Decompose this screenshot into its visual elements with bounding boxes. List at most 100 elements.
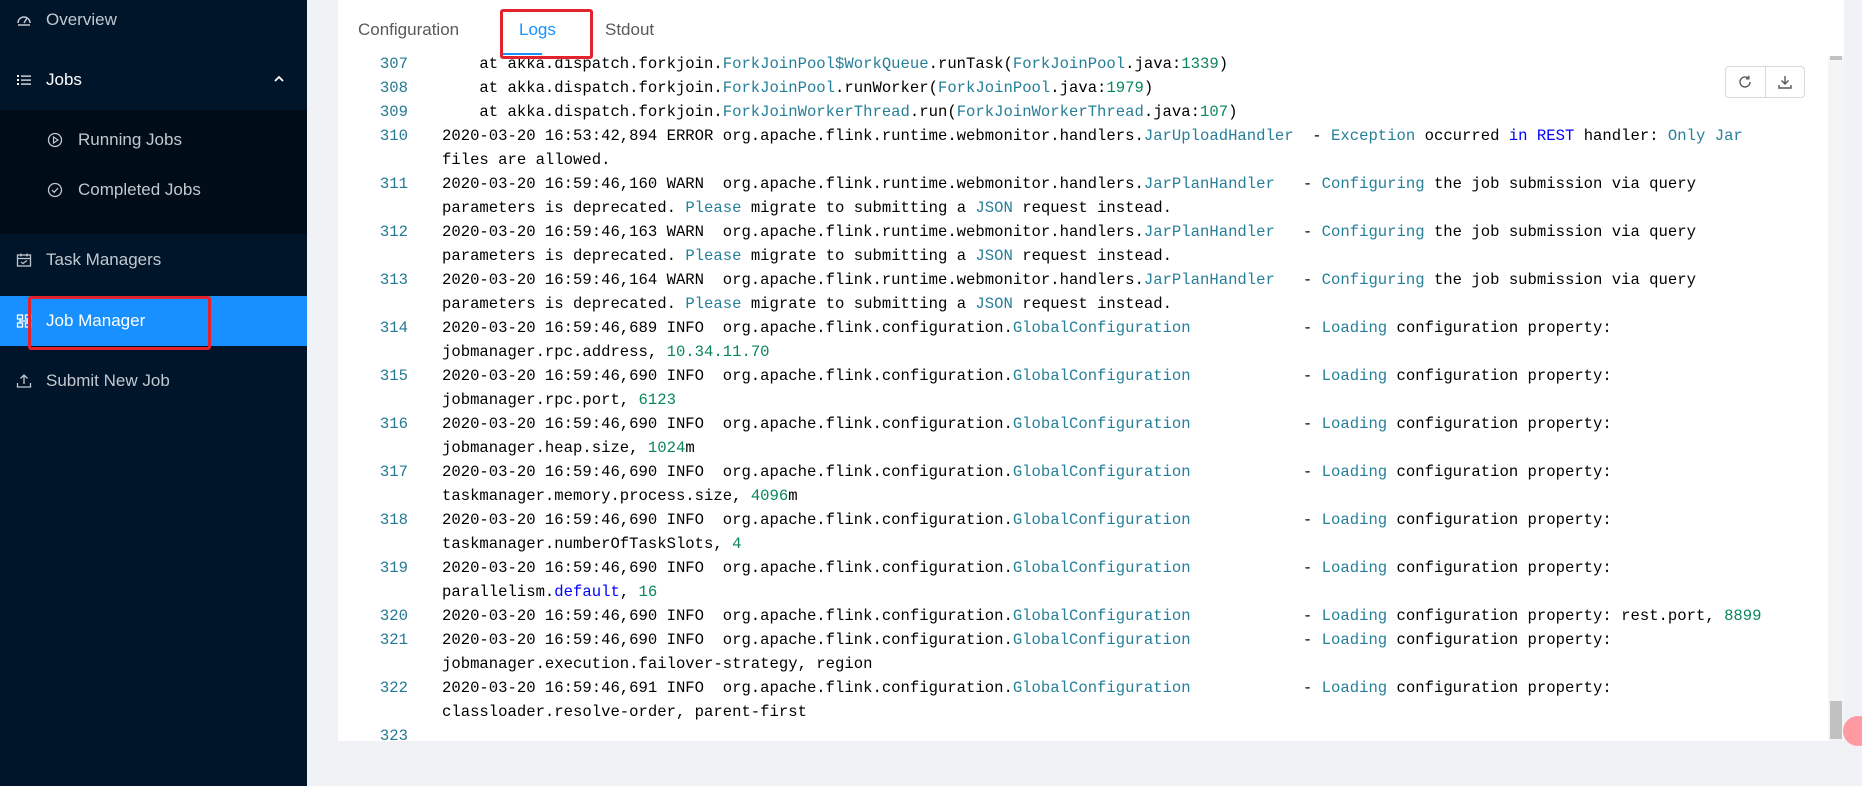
log-line-text: 2020-03-20 16:59:46,690 INFO org.apache.… xyxy=(442,631,1612,649)
log-line-text: 2020-03-20 16:59:46,163 WARN org.apache.… xyxy=(442,223,1696,241)
log-line: 318 2020-03-20 16:59:46,690 INFO org.apac… xyxy=(338,508,1828,532)
log-line: 308 at akka.dispatch.forkjoin.ForkJoinPo… xyxy=(338,76,1828,100)
calendar-icon xyxy=(16,253,32,267)
log-line: taskmanager.memory.process.size, 4096m xyxy=(338,484,1828,508)
sidebar-item-submit-new-job[interactable]: Submit New Job xyxy=(0,356,307,406)
log-line-text: taskmanager.memory.process.size, 4096m xyxy=(442,487,798,505)
log-line: 310 2020-03-20 16:53:42,894 ERROR org.apa… xyxy=(338,124,1828,148)
job-manager-panel: Configuration Logs Stdout 307 at akka.di… xyxy=(338,0,1844,741)
log-line-text: jobmanager.heap.size, 1024m xyxy=(442,439,695,457)
log-line: 314 2020-03-20 16:59:46,689 INFO org.apac… xyxy=(338,316,1828,340)
log-line-text: parameters is deprecated. Please migrate… xyxy=(442,247,1172,265)
log-line-text: jobmanager.execution.failover-strategy, … xyxy=(442,655,873,673)
sidebar-item-label: Overview xyxy=(46,10,117,29)
log-line-text: 2020-03-20 16:59:46,690 INFO org.apache.… xyxy=(442,607,1762,625)
log-line-number: 323 xyxy=(379,727,408,741)
log-line: 319 2020-03-20 16:59:46,690 INFO org.apac… xyxy=(338,556,1828,580)
log-line-text: 2020-03-20 16:59:46,690 INFO org.apache.… xyxy=(442,415,1612,433)
log-line-text: 2020-03-20 16:59:46,690 INFO org.apache.… xyxy=(442,559,1612,577)
log-line-text: 2020-03-20 16:59:46,690 INFO org.apache.… xyxy=(442,511,1612,529)
reload-icon xyxy=(1739,75,1751,88)
log-line-text: 2020-03-20 16:59:46,690 INFO org.apache.… xyxy=(442,463,1612,481)
log-line: taskmanager.numberOfTaskSlots, 4 xyxy=(338,532,1828,556)
sidebar: Overview Jobs Running Jobs Completed Job… xyxy=(0,0,307,786)
log-line: jobmanager.execution.failover-strategy, … xyxy=(338,652,1828,676)
check-circle-icon xyxy=(47,182,63,198)
refresh-button[interactable] xyxy=(1726,67,1765,97)
log-line-text: parameters is deprecated. Please migrate… xyxy=(442,295,1172,313)
active-tab-indicator xyxy=(500,53,542,55)
log-line-number: 314 xyxy=(379,319,408,337)
dashboard-icon xyxy=(17,16,31,26)
log-line-text: taskmanager.numberOfTaskSlots, 4 xyxy=(442,535,742,553)
log-line-text: 2020-03-20 16:59:46,691 INFO org.apache.… xyxy=(442,679,1612,697)
log-line-text: at akka.dispatch.forkjoin.ForkJoinWorker… xyxy=(442,103,1238,121)
sidebar-item-label: Jobs xyxy=(46,70,82,89)
log-line-text: parameters is deprecated. Please migrate… xyxy=(442,199,1172,217)
log-viewer[interactable]: 307 at akka.dispatch.forkjoin.ForkJoinPo… xyxy=(338,56,1828,741)
log-line: 316 2020-03-20 16:59:46,690 INFO org.apac… xyxy=(338,412,1828,436)
log-line-text: 2020-03-20 16:53:42,894 ERROR org.apache… xyxy=(442,127,1743,145)
sidebar-item-label: Submit New Job xyxy=(46,371,170,390)
log-line: classloader.resolve-order, parent-first xyxy=(338,700,1828,724)
sidebar-item-overview[interactable]: Overview xyxy=(0,0,307,45)
log-line: 323 xyxy=(338,724,1828,741)
sidebar-item-label: Job Manager xyxy=(46,311,146,330)
tab-stdout[interactable]: Stdout xyxy=(605,0,654,56)
log-line: jobmanager.rpc.port, 6123 xyxy=(338,388,1828,412)
sidebar-item-jobs[interactable]: Jobs xyxy=(0,55,307,105)
sidebar-item-task-managers[interactable]: Task Managers xyxy=(0,235,307,285)
log-line-text: at akka.dispatch.forkjoin.ForkJoinPool.r… xyxy=(442,79,1154,97)
log-line-number: 308 xyxy=(379,79,408,97)
log-line-number: 319 xyxy=(379,559,408,577)
list-icon xyxy=(17,75,31,85)
scrollbar-thumb[interactable] xyxy=(1830,701,1842,739)
tab-configuration[interactable]: Configuration xyxy=(358,0,459,56)
log-line: 311 2020-03-20 16:59:46,160 WARN org.apac… xyxy=(338,172,1828,196)
sidebar-item-label: Running Jobs xyxy=(78,130,182,149)
log-line-number: 312 xyxy=(379,223,408,241)
log-line: 317 2020-03-20 16:59:46,690 INFO org.apac… xyxy=(338,460,1828,484)
log-line-text: classloader.resolve-order, parent-first xyxy=(442,703,807,721)
scrollbar-arrow xyxy=(1830,56,1842,60)
log-line-number: 321 xyxy=(379,631,408,649)
log-line: parameters is deprecated. Please migrate… xyxy=(338,244,1828,268)
log-line-text: 2020-03-20 16:59:46,160 WARN org.apache.… xyxy=(442,175,1696,193)
tab-bar: Configuration Logs Stdout xyxy=(338,0,1844,57)
log-line-text: parallelism.default, 16 xyxy=(442,583,658,601)
tab-logs[interactable]: Logs xyxy=(519,0,556,56)
log-line-number: 316 xyxy=(379,415,408,433)
log-line: 322 2020-03-20 16:59:46,691 INFO org.apac… xyxy=(338,676,1828,700)
upload-icon xyxy=(16,374,32,388)
log-line: parallelism.default, 16 xyxy=(338,580,1828,604)
log-line: 320 2020-03-20 16:59:46,690 INFO org.apac… xyxy=(338,604,1828,628)
log-line-number: 310 xyxy=(379,127,408,145)
sidebar-item-running-jobs[interactable]: Running Jobs xyxy=(0,115,307,165)
download-button[interactable] xyxy=(1764,67,1805,97)
log-line-number: 315 xyxy=(379,367,408,385)
log-line: 313 2020-03-20 16:59:46,164 WARN org.apac… xyxy=(338,268,1828,292)
log-line: jobmanager.rpc.address, 10.34.11.70 xyxy=(338,340,1828,364)
log-line: 309 at akka.dispatch.forkjoin.ForkJoinWo… xyxy=(338,100,1828,124)
log-line: 321 2020-03-20 16:59:46,690 INFO org.apac… xyxy=(338,628,1828,652)
cluster-icon xyxy=(16,314,32,328)
log-line: parameters is deprecated. Please migrate… xyxy=(338,196,1828,220)
download-icon xyxy=(1778,76,1792,89)
log-line-text: at akka.dispatch.forkjoin.ForkJoinPool$W… xyxy=(442,56,1229,73)
help-float-button[interactable] xyxy=(1843,716,1862,746)
sidebar-item-job-manager[interactable]: Job Manager xyxy=(0,296,307,346)
log-line-number: 320 xyxy=(379,607,408,625)
log-line: 307 at akka.dispatch.forkjoin.ForkJoinPo… xyxy=(338,56,1828,76)
chevron-up-icon xyxy=(274,75,284,82)
log-line: 312 2020-03-20 16:59:46,163 WARN org.apac… xyxy=(338,220,1828,244)
log-line: parameters is deprecated. Please migrate… xyxy=(338,292,1828,316)
log-line-number: 309 xyxy=(379,103,408,121)
sidebar-item-completed-jobs[interactable]: Completed Jobs xyxy=(0,165,307,215)
log-line: 315 2020-03-20 16:59:46,690 INFO org.apac… xyxy=(338,364,1828,388)
log-line-text: jobmanager.rpc.port, 6123 xyxy=(442,391,676,409)
log-line: files are allowed. xyxy=(338,148,1828,172)
log-line-number: 307 xyxy=(379,56,408,73)
sidebar-item-label: Completed Jobs xyxy=(78,180,201,199)
log-scrollbar[interactable] xyxy=(1828,56,1844,741)
log-line-number: 317 xyxy=(379,463,408,481)
